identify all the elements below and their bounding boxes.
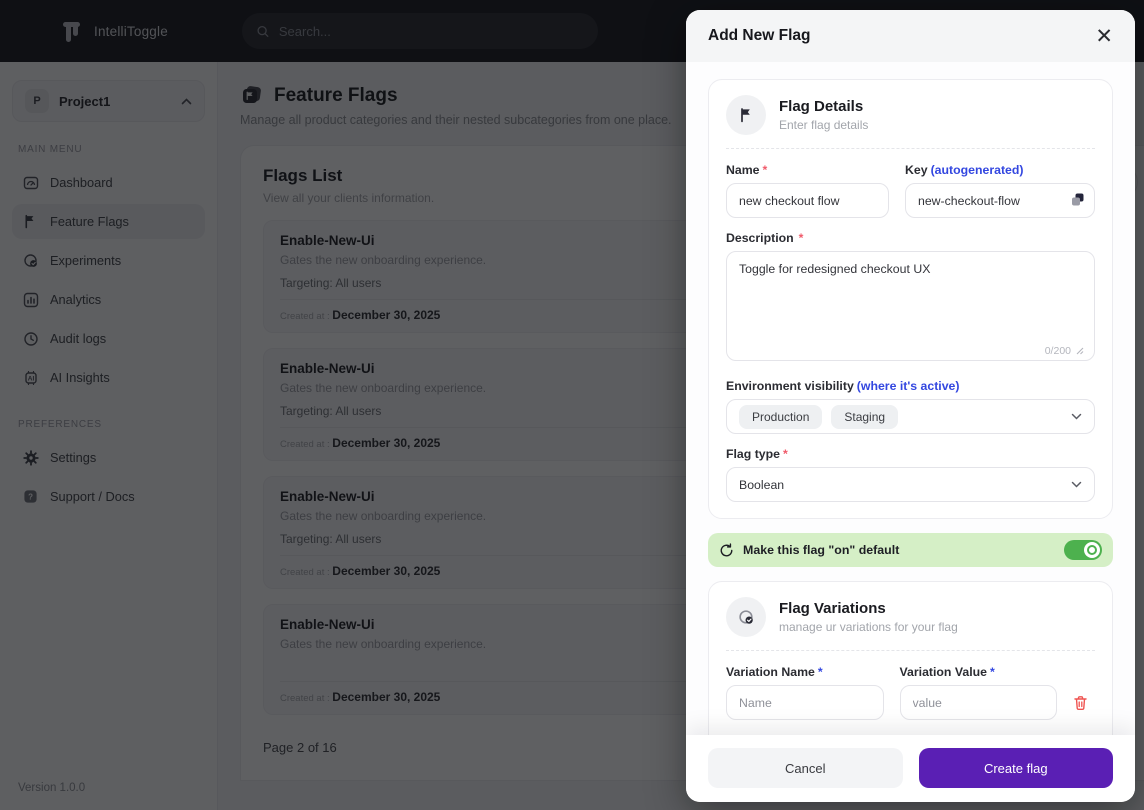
char-counter: 0/200	[1045, 345, 1084, 357]
default-on-banner: Make this flag "on" default	[708, 533, 1113, 567]
environment-chip-staging[interactable]: Staging	[831, 405, 898, 429]
modal-footer: Cancel Create flag	[686, 735, 1135, 802]
card-title: Flag Details	[779, 98, 868, 115]
key-label: Key(autogenerated)	[905, 163, 1095, 177]
card-subtitle: Enter flag details	[779, 118, 868, 132]
card-subtitle: manage ur variations for your flag	[779, 620, 958, 634]
chevron-down-icon	[1071, 481, 1082, 488]
description-field[interactable]: Toggle for redesigned checkout UX	[726, 251, 1095, 361]
modal-body: Flag Details Enter flag details Name* Ke…	[686, 62, 1135, 735]
flag-icon	[726, 95, 766, 135]
trash-icon	[1073, 695, 1088, 711]
name-field[interactable]	[726, 183, 889, 218]
copy-icon[interactable]	[1071, 193, 1085, 207]
close-icon[interactable]: ✕	[1095, 26, 1113, 47]
description-label: Description*	[726, 231, 1095, 245]
cancel-button[interactable]: Cancel	[708, 748, 903, 788]
dashed-divider	[726, 650, 1095, 651]
variation-name-label: Variation Name*	[726, 665, 884, 679]
variation-name-field[interactable]	[726, 685, 884, 720]
default-on-toggle[interactable]	[1064, 540, 1102, 560]
refresh-icon	[719, 543, 734, 558]
variation-value-field[interactable]	[900, 685, 1058, 720]
dashed-divider	[726, 148, 1095, 149]
environment-label: Environment visibility(where it's active…	[726, 379, 1095, 393]
card-title: Flag Variations	[779, 600, 958, 617]
flag-type-label: Flag type*	[726, 447, 1095, 461]
variation-value-label: Variation Value*	[900, 665, 1058, 679]
flag-type-value: Boolean	[739, 478, 784, 492]
name-label: Name*	[726, 163, 889, 177]
delete-variation-button[interactable]	[1073, 685, 1095, 720]
environment-select[interactable]: Production Staging	[726, 399, 1095, 434]
default-on-label: Make this flag "on" default	[743, 543, 899, 557]
environment-chip-production[interactable]: Production	[739, 405, 822, 429]
modal-header: Add New Flag ✕	[686, 10, 1135, 62]
modal-title: Add New Flag	[708, 27, 810, 45]
flag-details-card: Flag Details Enter flag details Name* Ke…	[708, 79, 1113, 519]
chevron-down-icon	[1071, 413, 1082, 420]
key-field[interactable]	[905, 183, 1095, 218]
add-new-flag-modal: Add New Flag ✕ Flag Details Enter flag d…	[686, 10, 1135, 802]
create-flag-button[interactable]: Create flag	[919, 748, 1114, 788]
resize-handle-icon[interactable]	[1076, 347, 1084, 355]
flag-type-select[interactable]: Boolean	[726, 467, 1095, 502]
flag-variations-card: Flag Variations manage ur variations for…	[708, 581, 1113, 735]
variations-icon	[726, 597, 766, 637]
